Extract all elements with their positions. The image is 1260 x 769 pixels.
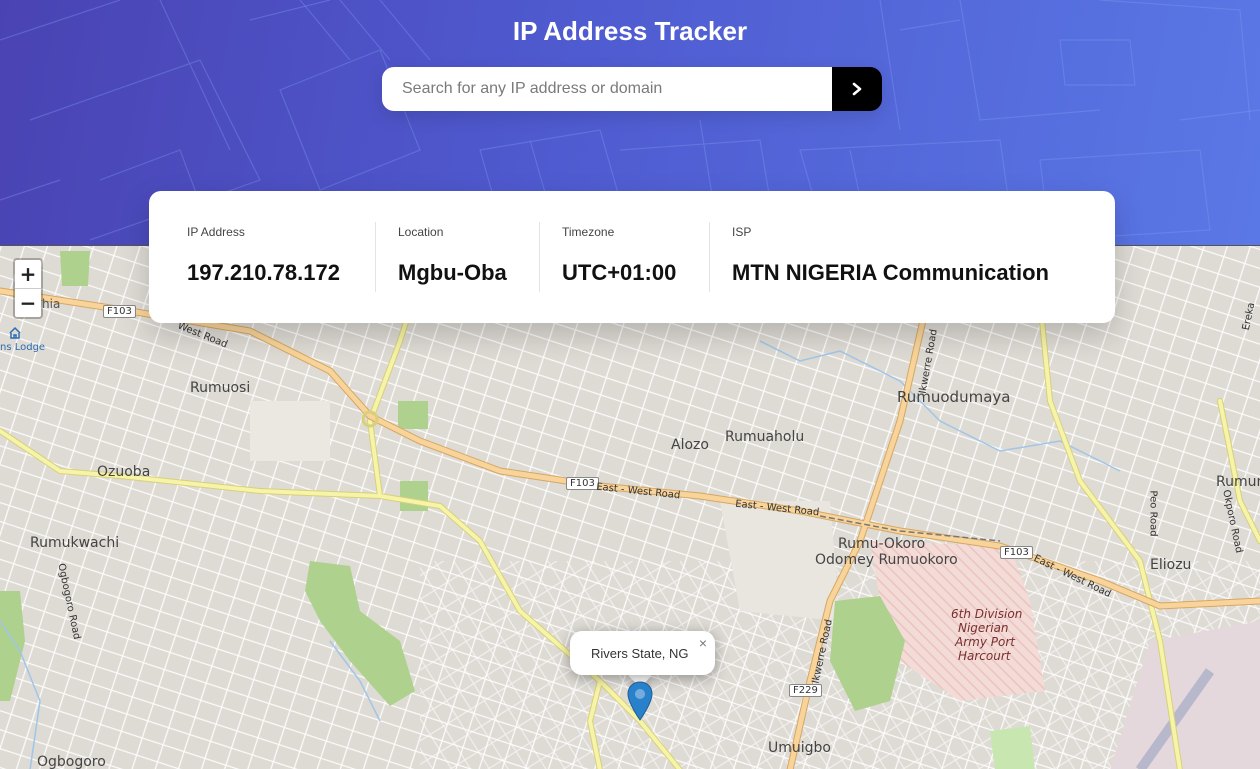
place-label: Rumuosi	[190, 380, 251, 396]
zoom-in-button[interactable]: +	[15, 260, 41, 288]
place-label: Rumun	[1216, 474, 1260, 490]
ip-address-label: IP Address	[187, 225, 245, 239]
map-marker-icon[interactable]	[627, 681, 653, 721]
zoom-out-button[interactable]: −	[15, 288, 41, 316]
place-label: ns Lodge	[0, 342, 46, 353]
timezone-value: UTC+01:00	[562, 260, 677, 285]
place-label: Ozuoba	[97, 464, 151, 480]
page-title: IP Address Tracker	[512, 16, 748, 46]
place-label: Umuigbo	[768, 740, 831, 756]
ip-address-value: 197.210.78.172	[187, 260, 340, 285]
location-label: Location	[398, 225, 444, 239]
road-shield: F103	[1000, 546, 1033, 559]
place-label: Rumuaholu	[725, 429, 805, 445]
search-bar	[382, 67, 882, 111]
road-label: Peo Road	[1147, 490, 1159, 537]
place-label: Alozo	[671, 437, 709, 453]
ip-info-card: IP Address 197.210.78.172 Location Mgbu-…	[149, 191, 1115, 323]
place-label: Rumuodumaya	[897, 388, 1011, 406]
search-submit-button[interactable]	[832, 67, 882, 111]
zoom-control: + −	[13, 258, 43, 319]
isp-value: MTN NIGERIA Communication	[732, 260, 1049, 285]
road-shield: F229	[789, 684, 822, 697]
place-label: Rumukwachi	[30, 535, 120, 551]
place-label: Army Port	[955, 635, 1015, 649]
timezone-label: Timezone	[562, 225, 615, 239]
search-input[interactable]	[382, 67, 832, 111]
road-shield: F103	[103, 305, 136, 318]
place-label: Harcourt	[958, 649, 1011, 663]
road-shield: F103	[566, 477, 599, 490]
place-label: Rumu-Okoro	[838, 536, 926, 552]
place-label: Ogbogoro	[37, 754, 106, 769]
isp-label: ISP	[732, 225, 752, 239]
place-label: Nigerian	[958, 621, 1009, 635]
popup-close-button[interactable]: ×	[699, 635, 707, 651]
divider	[375, 222, 376, 292]
place-label: Eliozu	[1150, 557, 1192, 573]
divider	[539, 222, 540, 292]
lodging-icon	[9, 326, 21, 339]
location-value: Mgbu-Oba	[398, 260, 507, 285]
place-label: 6th Division	[951, 607, 1023, 621]
chevron-right-icon	[852, 82, 862, 96]
place-label: Odomey Rumuokoro	[815, 552, 958, 568]
location-popup: Rivers State, NG ×	[570, 631, 715, 675]
divider	[709, 222, 710, 292]
popup-text: Rivers State, NG	[591, 645, 689, 661]
place-label: hia	[42, 297, 61, 311]
